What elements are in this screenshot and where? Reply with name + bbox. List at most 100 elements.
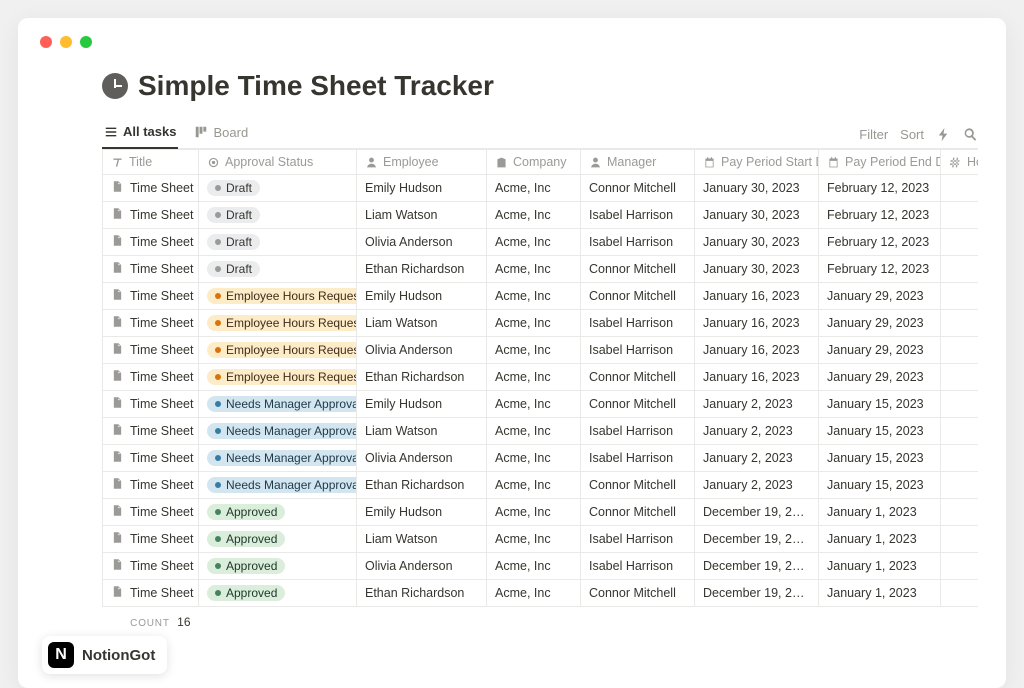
close-icon[interactable]	[40, 36, 52, 48]
approval-cell[interactable]: Draft	[199, 256, 357, 283]
automations-button[interactable]	[936, 127, 951, 142]
approval-cell[interactable]: Draft	[199, 229, 357, 256]
approval-cell[interactable]: Approved	[199, 499, 357, 526]
start-date-cell: January 30, 2023	[695, 229, 819, 256]
table-row[interactable]: Time SheetApprovedLiam WatsonAcme, IncIs…	[103, 526, 979, 553]
table-row[interactable]: Time SheetApprovedEthan RichardsonAcme, …	[103, 580, 979, 607]
page-icon	[111, 477, 124, 493]
status-pill: Employee Hours Requested	[207, 342, 357, 358]
company-cell: Acme, Inc	[487, 229, 581, 256]
bolt-icon	[936, 127, 951, 142]
search-button[interactable]	[963, 127, 978, 142]
col-header-employee[interactable]: Employee	[357, 150, 487, 175]
table-row[interactable]: Time SheetDraftLiam WatsonAcme, IncIsabe…	[103, 202, 979, 229]
table-row[interactable]: Time SheetNeeds Manager ApprovalEthan Ri…	[103, 472, 979, 499]
approval-cell[interactable]: Approved	[199, 526, 357, 553]
status-pill: Needs Manager Approval	[207, 396, 357, 412]
approval-cell[interactable]: Needs Manager Approval	[199, 391, 357, 418]
row-title-text: Time Sheet	[130, 397, 193, 411]
status-label: Approved	[226, 559, 277, 573]
approval-cell[interactable]: Employee Hours Requested	[199, 283, 357, 310]
employee-cell: Ethan Richardson	[357, 364, 487, 391]
status-label: Approved	[226, 532, 277, 546]
status-pill: Employee Hours Requested	[207, 315, 357, 331]
status-pill: Needs Manager Approval	[207, 423, 357, 439]
minimize-icon[interactable]	[60, 36, 72, 48]
approval-cell[interactable]: Employee Hours Requested	[199, 364, 357, 391]
approval-cell[interactable]: Needs Manager Approval	[199, 445, 357, 472]
col-header-start-date[interactable]: Pay Period Start Date	[695, 150, 819, 175]
table-row[interactable]: Time Sheet Employee Hours RequestedEthan …	[103, 364, 979, 391]
employee-cell: Liam Watson	[357, 202, 487, 229]
col-header-company[interactable]: Company	[487, 150, 581, 175]
status-dot-icon	[215, 185, 221, 191]
approval-cell[interactable]: Approved	[199, 580, 357, 607]
brand-logo-icon: N	[48, 642, 74, 668]
page-icon	[111, 423, 124, 439]
approval-cell[interactable]: Draft	[199, 202, 357, 229]
page-icon	[111, 288, 124, 304]
col-header-approval[interactable]: Approval Status	[199, 150, 357, 175]
col-header-end-date[interactable]: Pay Period End Date	[819, 150, 941, 175]
table-row[interactable]: Time SheetDraftEthan RichardsonAcme, Inc…	[103, 256, 979, 283]
window-controls	[18, 36, 1006, 48]
status-label: Employee Hours Requested	[226, 316, 357, 330]
table-row[interactable]: Time SheetEmployee Hours RequestedLiam W…	[103, 310, 979, 337]
table-row[interactable]: Time SheetApprovedEmily HudsonAcme, IncC…	[103, 499, 979, 526]
filter-button[interactable]: Filter	[859, 127, 888, 142]
status-label: Employee Hours Requested	[226, 289, 357, 303]
table-row[interactable]: Time SheetApprovedOlivia AndersonAcme, I…	[103, 553, 979, 580]
table-row[interactable]: Time SheetNeeds Manager ApprovalOlivia A…	[103, 445, 979, 472]
end-date-cell: February 12, 2023	[819, 229, 941, 256]
status-dot-icon	[215, 374, 221, 380]
approval-cell[interactable]: Draft	[199, 175, 357, 202]
manager-cell: Isabel Harrison	[581, 418, 695, 445]
manager-cell: Connor Mitchell	[581, 283, 695, 310]
start-date-cell: January 16, 2023	[695, 310, 819, 337]
col-header-manager[interactable]: Manager	[581, 150, 695, 175]
table-row[interactable]: Time SheetDraftOlivia AndersonAcme, IncI…	[103, 229, 979, 256]
maximize-icon[interactable]	[80, 36, 92, 48]
approval-cell[interactable]: Approved	[199, 553, 357, 580]
tab-all-tasks[interactable]: All tasks	[102, 118, 178, 149]
table-row[interactable]: Time SheetEmployee Hours RequestedEmily …	[103, 283, 979, 310]
view-tabs: All tasks Board Filter Sort	[102, 118, 978, 149]
table-row[interactable]: Time SheetEmployee Hours RequestedOlivia…	[103, 337, 979, 364]
status-dot-icon	[215, 428, 221, 434]
row-title-text: Time Sheet	[130, 343, 193, 357]
row-title-text: Time Sheet	[130, 370, 193, 384]
end-date-cell: January 29, 2023	[819, 364, 941, 391]
count-value: 16	[177, 615, 190, 629]
approval-cell[interactable]: Needs Manager Approval	[199, 418, 357, 445]
row-title-cell: Time Sheet	[111, 396, 190, 412]
page-icon	[111, 342, 124, 358]
row-title-text: Time Sheet	[130, 424, 193, 438]
row-title-cell: Time Sheet	[111, 342, 190, 358]
sort-button[interactable]: Sort	[900, 127, 924, 142]
manager-cell: Isabel Harrison	[581, 445, 695, 472]
table-row[interactable]: Time SheetNeeds Manager ApprovalLiam Wat…	[103, 418, 979, 445]
status-pill: Approved	[207, 558, 285, 574]
col-header-hours[interactable]: Hours Wor	[941, 150, 979, 175]
table-row[interactable]: Time SheetDraftEmily HudsonAcme, IncConn…	[103, 175, 979, 202]
col-header-title[interactable]: Title	[103, 150, 199, 175]
hours-cell	[941, 229, 979, 256]
approval-cell[interactable]: Needs Manager Approval	[199, 472, 357, 499]
employee-cell: Liam Watson	[357, 526, 487, 553]
start-date-cell: January 2, 2023	[695, 472, 819, 499]
tab-board[interactable]: Board	[192, 119, 250, 148]
status-dot-icon	[215, 347, 221, 353]
table-row[interactable]: Time SheetNeeds Manager ApprovalEmily Hu…	[103, 391, 979, 418]
hours-cell	[941, 472, 979, 499]
page-icon	[111, 531, 124, 547]
hours-cell	[941, 283, 979, 310]
status-pill: Draft	[207, 180, 260, 196]
employee-cell: Emily Hudson	[357, 499, 487, 526]
manager-cell: Isabel Harrison	[581, 229, 695, 256]
brand-badge[interactable]: N NotionGot	[42, 636, 167, 674]
manager-cell: Isabel Harrison	[581, 553, 695, 580]
approval-cell[interactable]: Employee Hours Requested	[199, 310, 357, 337]
end-date-cell: January 1, 2023	[819, 553, 941, 580]
row-title-cell: Time Sheet	[111, 369, 190, 385]
approval-cell[interactable]: Employee Hours Requested	[199, 337, 357, 364]
